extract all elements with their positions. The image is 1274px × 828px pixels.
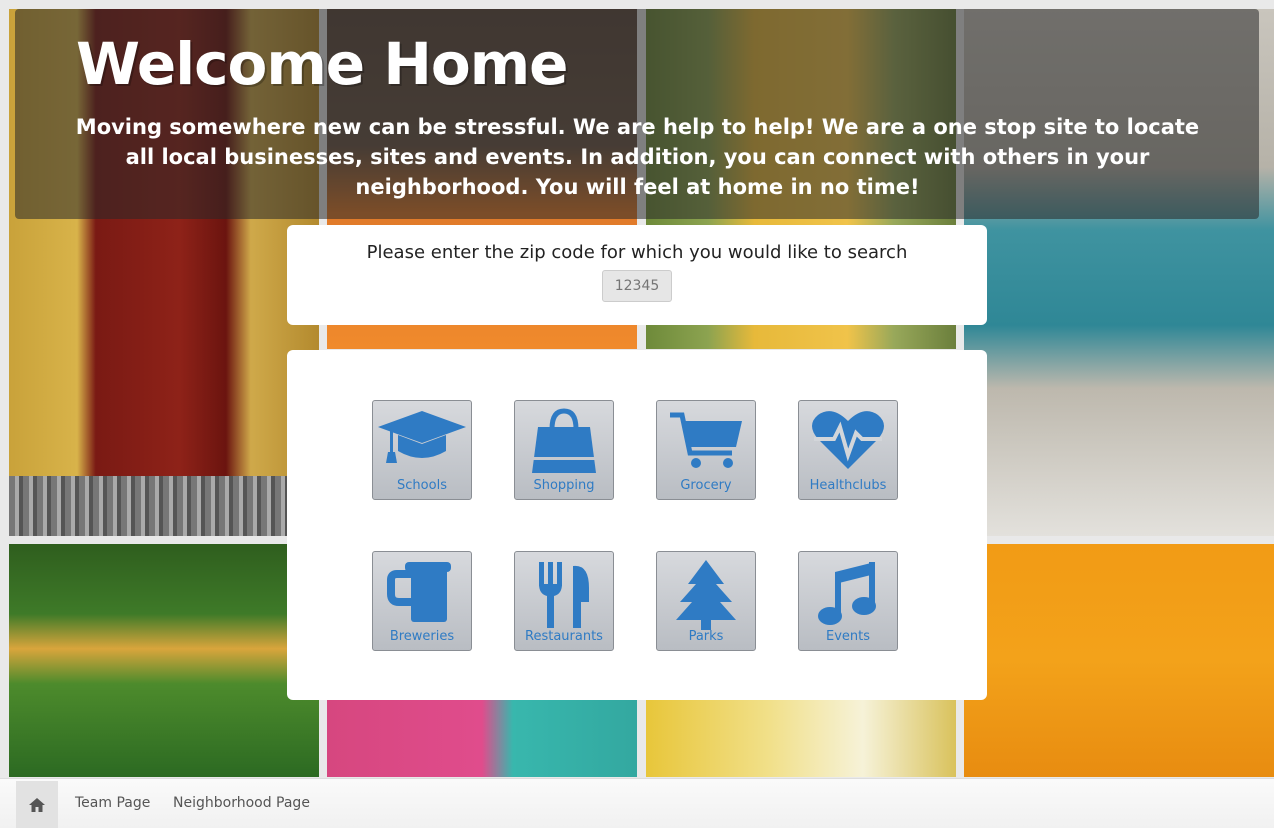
background-photo-flower-window [964,544,1274,777]
bottom-navbar: Team Page Neighborhood Page [0,778,1274,828]
beer-mug-icon [387,562,451,622]
shopping-bag-icon [532,408,596,473]
hero-description: Moving somewhere new can be stressful. W… [75,115,1200,199]
category-label: Parks [688,629,724,644]
category-label: Breweries [389,629,455,644]
tree-icon [676,560,736,630]
home-button[interactable] [16,781,58,828]
shopping-button[interactable]: Shopping [514,400,614,500]
category-label: Events [825,629,870,644]
category-label: Schools [397,478,447,493]
graduation-cap-icon [378,411,466,463]
breweries-button[interactable]: Breweries [372,551,472,651]
parks-button[interactable]: Parks [656,551,756,651]
category-panel: Schools Shopping Grocery Healthclubs Bre… [287,350,987,700]
shopping-cart-icon [670,412,742,468]
heartbeat-icon [812,411,884,469]
background-photo-green-gate [9,544,319,777]
fork-knife-icon [539,562,589,628]
grocery-button[interactable]: Grocery [656,400,756,500]
nav-link-team-page[interactable]: Team Page [75,795,150,811]
nav-link-neighborhood-page[interactable]: Neighborhood Page [173,795,310,811]
background-photo-window [646,700,956,777]
category-label: Shopping [533,478,595,493]
zip-search-panel: Please enter the zip code for which you … [287,225,987,325]
background-photo-pink-wall [327,700,637,777]
page-title: Welcome Home [76,30,568,98]
zip-label: Please enter the zip code for which you … [366,242,908,263]
home-icon [29,798,45,812]
music-note-icon [818,562,876,625]
category-label: Healthclubs [809,478,887,493]
zip-code-input[interactable] [602,270,672,302]
events-button[interactable]: Events [798,551,898,651]
category-label: Grocery [680,478,732,493]
category-label: Restaurants [525,629,603,644]
healthclubs-button[interactable]: Healthclubs [798,400,898,500]
page: Welcome Home Moving somewhere new can be… [0,0,1274,828]
restaurants-button[interactable]: Restaurants [514,551,614,651]
schools-button[interactable]: Schools [372,400,472,500]
